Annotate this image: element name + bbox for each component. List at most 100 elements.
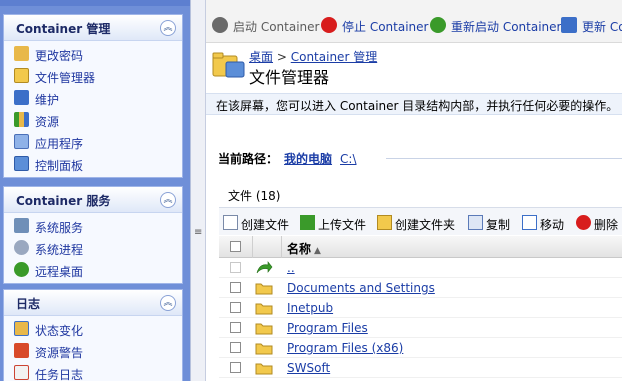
sidebar-item-change-password[interactable]: 更改密码 [4, 43, 182, 65]
sidebar-item-control-panel[interactable]: 控制面板 [4, 153, 182, 175]
create-file-label: 创建文件 [241, 218, 290, 232]
file-table: 名称 ▲ .. Documents and Settings Inetpub Pr… [219, 236, 622, 378]
sidebar-item-label: 应用程序 [35, 137, 84, 151]
sidebar-item-label: 系统进程 [35, 243, 84, 257]
select-all-checkbox[interactable] [230, 241, 241, 252]
folder-icon [255, 361, 273, 375]
table-row[interactable]: SWSoft [219, 358, 622, 378]
resource-alert-icon [14, 343, 29, 358]
play-icon [212, 17, 228, 33]
sidebar-item-resource-alert[interactable]: 资源警告 [4, 340, 182, 362]
collapse-icon[interactable]: ︽ [160, 295, 176, 311]
panel-container-management: Container 管理 ︽ 更改密码 文件管理器 维护 资源 应用程序 控制面… [3, 14, 183, 178]
sidebar-item-label: 资源警告 [35, 346, 84, 360]
sidebar-item-status-change[interactable]: 状态变化 [4, 318, 182, 340]
grip-icon: ≡ [194, 227, 203, 238]
file-name-link[interactable]: Documents and Settings [287, 281, 435, 295]
path-drive-link[interactable]: C:\ [340, 152, 356, 166]
breadcrumb-container-management[interactable]: Container 管理 [291, 50, 377, 64]
sidebar-item-label: 控制面板 [35, 159, 84, 173]
panel-logs: 日志 ︽ 状态变化 资源警告 任务日志 [3, 289, 183, 381]
restart-icon [430, 17, 446, 33]
sidebar-item-resources[interactable]: 资源 [4, 109, 182, 131]
top-strip [0, 0, 190, 6]
sort-ascending-icon: ▲ [314, 246, 321, 256]
panel-header[interactable]: Container 管理 ︽ [4, 15, 182, 41]
table-row[interactable]: .. [219, 258, 622, 278]
row-checkbox[interactable] [230, 322, 241, 333]
info-text: 在该屏幕，您可以进入 Container 目录结构内部，并执行任何必要的操作。 [216, 99, 619, 113]
path-my-computer-link[interactable]: 我的电脑 [284, 152, 332, 166]
sidebar-item-label: 文件管理器 [35, 71, 96, 85]
task-log-icon [14, 365, 29, 380]
sidebar-item-label: 远程桌面 [35, 265, 84, 279]
panel-title: Container 管理 [16, 22, 111, 36]
breadcrumb: 桌面 > Container 管理 [249, 48, 377, 65]
copy-label: 复制 [486, 218, 511, 232]
delete-label: 删除 [594, 218, 619, 232]
sidebar-item-label: 更改密码 [35, 49, 84, 63]
collapse-icon[interactable]: ︽ [160, 192, 176, 208]
panel-title: 日志 [16, 297, 41, 311]
table-row[interactable]: Inetpub [219, 298, 622, 318]
left-navigation: Container 管理 ︽ 更改密码 文件管理器 维护 资源 应用程序 控制面… [0, 0, 190, 381]
panel-title: Container 服务 [16, 194, 111, 208]
page-header: 桌面 > Container 管理 文件管理器 [206, 43, 622, 95]
file-name-link[interactable]: Program Files [287, 321, 368, 335]
row-checkbox[interactable] [230, 262, 241, 273]
sidebar-item-maintenance[interactable]: 维护 [4, 87, 182, 109]
parent-folder-icon [255, 261, 273, 275]
folder-icon [255, 321, 273, 335]
row-checkbox[interactable] [230, 362, 241, 373]
container-toolbar: 启动 Container 停止 Container 重新启动 Container… [206, 0, 622, 43]
table-header: 名称 ▲ [219, 236, 622, 258]
panel-header[interactable]: 日志 ︽ [4, 290, 182, 316]
upload-file-label: 上传文件 [318, 218, 367, 232]
table-row[interactable]: Documents and Settings [219, 278, 622, 298]
table-row[interactable]: Program Files [219, 318, 622, 338]
name-header-label: 名称 [287, 242, 312, 256]
breadcrumb-desktop[interactable]: 桌面 [249, 50, 273, 64]
table-row[interactable]: Program Files (x86) [219, 338, 622, 358]
stop-container-label: 停止 Container [342, 20, 429, 34]
row-checkbox[interactable] [230, 302, 241, 313]
stop-icon [321, 17, 337, 33]
sidebar-item-remote-desktop[interactable]: 远程桌面 [4, 259, 182, 281]
new-folder-icon [377, 215, 392, 230]
breadcrumb-separator: > [276, 50, 287, 64]
update-icon [561, 17, 577, 33]
file-manager-folder-icon [212, 50, 246, 80]
sidebar-item-label: 系统服务 [35, 221, 84, 235]
system-services-icon [14, 218, 29, 233]
restart-container-label: 重新启动 Container [451, 20, 562, 34]
collapse-icon[interactable]: ︽ [160, 20, 176, 36]
file-manager-icon [14, 68, 29, 83]
path-divider [386, 158, 622, 159]
file-name-link[interactable]: SWSoft [287, 361, 330, 375]
page-title: 文件管理器 [249, 68, 330, 87]
move-label: 移动 [540, 218, 565, 232]
sidebar-item-file-manager[interactable]: 文件管理器 [4, 65, 182, 87]
main-content: 启动 Container 停止 Container 重新启动 Container… [206, 0, 622, 381]
key-icon [14, 46, 29, 61]
file-name-link[interactable]: .. [287, 261, 295, 275]
splitter-handle[interactable]: ≡ [190, 0, 206, 381]
name-column-header[interactable]: 名称 ▲ [287, 240, 321, 257]
current-path: 当前路径： 我的电脑 C:\ [218, 150, 357, 167]
folder-icon [255, 341, 273, 355]
file-name-link[interactable]: Inetpub [287, 301, 333, 315]
path-label: 当前路径： [218, 152, 279, 166]
resources-icon [14, 112, 29, 127]
start-container-label: 启动 Container [233, 20, 320, 34]
panel-header[interactable]: Container 服务 ︽ [4, 187, 182, 213]
update-container-label: 更新 Co [582, 20, 622, 34]
file-name-link[interactable]: Program Files (x86) [287, 341, 403, 355]
file-toolbar: 创建文件 上传文件 创建文件夹 复制 移动 删除 [219, 207, 622, 235]
sidebar-item-label: 任务日志 [35, 368, 84, 381]
row-checkbox[interactable] [230, 342, 241, 353]
sidebar-item-task-log[interactable]: 任务日志 [4, 362, 182, 381]
sidebar-item-system-services[interactable]: 系统服务 [4, 215, 182, 237]
sidebar-item-system-processes[interactable]: 系统进程 [4, 237, 182, 259]
sidebar-item-applications[interactable]: 应用程序 [4, 131, 182, 153]
row-checkbox[interactable] [230, 282, 241, 293]
